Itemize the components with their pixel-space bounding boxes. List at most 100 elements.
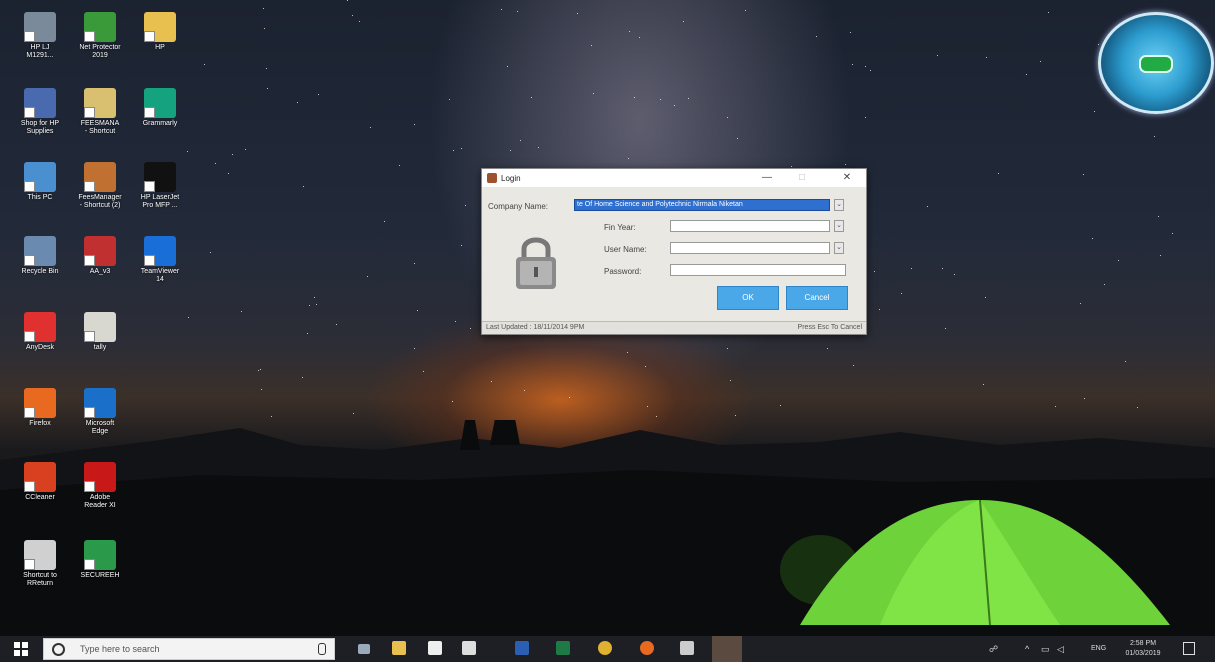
desktop-icon[interactable]: TeamViewer 14 <box>128 236 192 284</box>
shortcut-arrow-icon <box>144 181 155 192</box>
star <box>302 377 303 378</box>
dialog-titlebar[interactable]: Login — □ ✕ <box>482 169 866 187</box>
star <box>954 274 955 275</box>
desktop-icon[interactable]: Shortcut to RReturn <box>8 540 72 588</box>
action-center-icon[interactable] <box>1183 642 1195 655</box>
shortcut-arrow-icon <box>84 107 95 118</box>
shortcut-arrow-icon <box>24 559 35 570</box>
desktop-icon[interactable]: tally <box>68 312 132 352</box>
desktop-icon[interactable]: HP LaserJet Pro MFP ... <box>128 162 192 210</box>
star <box>263 8 264 9</box>
desktop-icon[interactable]: HP LJ M1291... <box>8 12 72 60</box>
microphone-icon[interactable] <box>318 643 326 655</box>
computer-icon <box>24 162 56 192</box>
maximize-button[interactable]: □ <box>787 169 817 187</box>
star <box>352 15 353 16</box>
person-icon[interactable]: ☍ <box>989 644 998 655</box>
star <box>1092 238 1093 239</box>
desktop-icon[interactable]: Shop for HP Supplies <box>8 88 72 136</box>
star <box>1055 406 1056 407</box>
meter-gadget[interactable] <box>1098 12 1214 114</box>
star <box>461 245 462 246</box>
company-name-field[interactable]: te Of Home Science and Polytechnic Nirma… <box>574 199 830 211</box>
star <box>215 163 216 164</box>
star <box>998 173 999 174</box>
taskbar-search-box[interactable]: Type here to search <box>43 638 335 660</box>
chevron-up-icon[interactable]: ^ <box>1025 644 1029 654</box>
star <box>210 252 211 253</box>
star <box>261 389 262 390</box>
store-icon[interactable] <box>428 641 442 655</box>
close-button[interactable]: ✕ <box>832 169 862 187</box>
star <box>937 55 938 56</box>
login-app-taskbar-button[interactable] <box>712 636 742 662</box>
last-updated-text: Last Updated : 18/11/2014 9PM <box>486 324 585 331</box>
star <box>942 268 943 269</box>
mail-icon[interactable] <box>462 641 476 655</box>
star <box>470 328 471 329</box>
cancel-button[interactable]: Cancel <box>786 286 848 310</box>
desktop-icon[interactable]: SECUREEH <box>68 540 132 580</box>
task-view-icon[interactable] <box>358 644 370 654</box>
cart-icon <box>24 88 56 118</box>
fin-year-field[interactable] <box>670 220 830 232</box>
star <box>316 304 317 305</box>
chrome-icon[interactable] <box>598 641 612 655</box>
desktop-icon[interactable]: Net Protector 2019 <box>68 12 132 60</box>
clock-time[interactable]: 2:58 PM <box>1125 640 1161 647</box>
desktop-icon[interactable]: AA_v3 <box>68 236 132 276</box>
desktop-icon[interactable]: HP <box>128 12 192 52</box>
star <box>245 149 246 150</box>
star <box>845 164 846 165</box>
desktop-icon[interactable]: Firefox <box>8 388 72 428</box>
desktop-icon[interactable]: FEESMANA - Shortcut <box>68 88 132 136</box>
password-label: Password: <box>604 267 642 276</box>
file-explorer-icon[interactable] <box>392 641 406 655</box>
clock-date[interactable]: 01/03/2019 <box>1121 650 1165 657</box>
desktop-icon[interactable]: Recycle Bin <box>8 236 72 276</box>
star <box>452 401 453 402</box>
star <box>656 416 657 417</box>
company-dropdown-arrow-icon[interactable]: ⌄ <box>834 199 844 211</box>
star <box>423 371 424 372</box>
desktop-icon[interactable]: CCleaner <box>8 462 72 502</box>
user-name-dropdown-arrow-icon[interactable]: ⌄ <box>834 242 844 254</box>
star <box>1026 74 1027 75</box>
desktop-icon[interactable]: Adobe Reader XI <box>68 462 132 510</box>
calculator-icon[interactable] <box>680 641 694 655</box>
user-name-label: User Name: <box>604 245 647 254</box>
star <box>353 413 354 414</box>
star <box>370 127 371 128</box>
desktop-icon[interactable]: Microsoft Edge <box>68 388 132 436</box>
star <box>449 99 450 100</box>
star <box>1084 398 1085 399</box>
hp-logo-icon <box>144 162 176 192</box>
word-icon[interactable] <box>515 641 529 655</box>
password-field[interactable] <box>670 264 846 276</box>
star <box>307 333 308 334</box>
star <box>417 310 418 311</box>
star <box>780 405 781 406</box>
desktop-icon-label: HP LJ M1291... <box>26 44 54 59</box>
desktop-icon[interactable]: This PC <box>8 162 72 202</box>
desktop-icon[interactable]: AnyDesk <box>8 312 72 352</box>
shortcut-arrow-icon <box>84 31 95 42</box>
desktop-icon[interactable]: FeesManager - Shortcut (2) <box>68 162 132 210</box>
desktop-icon[interactable]: Grammarly <box>128 88 192 128</box>
fin-year-dropdown-arrow-icon[interactable]: ⌄ <box>834 220 844 232</box>
star <box>645 366 646 367</box>
windows-start-icon[interactable] <box>14 642 28 656</box>
excel-icon[interactable] <box>556 641 570 655</box>
desktop-icon-label: AnyDesk <box>25 344 54 351</box>
language-indicator[interactable]: ENG <box>1091 645 1106 652</box>
network-icon[interactable]: ▭ <box>1041 644 1050 655</box>
volume-icon[interactable]: ◁ <box>1057 644 1064 655</box>
ok-button[interactable]: OK <box>717 286 779 310</box>
firefox-taskbar-icon[interactable] <box>640 641 654 655</box>
adobe-reader-icon <box>84 462 116 492</box>
minimize-button[interactable]: — <box>752 169 782 187</box>
user-name-field[interactable] <box>670 242 830 254</box>
star <box>1080 303 1081 304</box>
star <box>593 93 594 94</box>
star <box>688 98 689 99</box>
